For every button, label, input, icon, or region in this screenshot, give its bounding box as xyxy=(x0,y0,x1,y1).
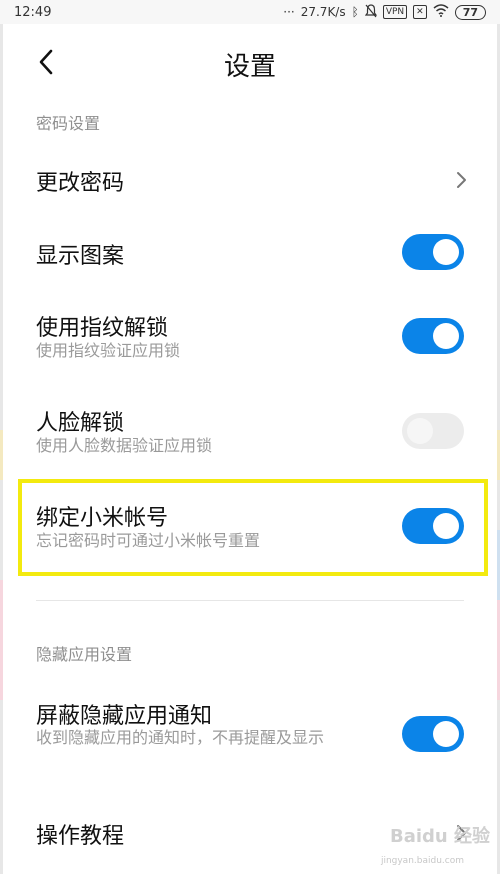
fingerprint-toggle[interactable] xyxy=(402,318,464,354)
battery-indicator: 77 xyxy=(454,4,486,20)
status-bar: 12:49 ··· 27.7K/s ᛒ VPN ✕ 77 xyxy=(0,0,500,24)
status-icons: ··· 27.7K/s ᛒ VPN ✕ 77 xyxy=(283,3,486,21)
hide-notifications-description: 收到隐藏应用的通知时，不再提醒及显示 xyxy=(36,728,325,747)
baidu-watermark-logo: Baidu 经验 xyxy=(389,826,490,847)
change-password-row[interactable]: 更改密码 xyxy=(0,145,500,215)
mi-account-label: 绑定小米帐号 xyxy=(36,506,169,531)
bluetooth-icon: ᛒ xyxy=(351,5,359,19)
hide-notifications-toggle[interactable] xyxy=(402,716,464,752)
mi-account-row: 绑定小米帐号 忘记密码时可通过小米帐号重置 xyxy=(0,490,500,570)
wifi-icon xyxy=(433,4,449,20)
face-unlock-description: 使用人脸数据验证应用锁 xyxy=(36,436,213,455)
show-pattern-label: 显示图案 xyxy=(36,244,125,269)
status-time: 12:49 xyxy=(14,4,52,20)
toggle-knob xyxy=(433,323,459,349)
show-pattern-row: 显示图案 xyxy=(0,218,500,288)
network-speed: 27.7K/s xyxy=(300,5,346,19)
tutorial-label: 操作教程 xyxy=(36,824,125,849)
bell-muted-icon xyxy=(364,3,378,21)
page-title: 设置 xyxy=(223,52,276,82)
no-sim-icon: ✕ xyxy=(413,5,427,19)
baidu-watermark-url: jingyan.baidu.com xyxy=(380,856,464,866)
mi-account-toggle[interactable] xyxy=(402,508,464,544)
fingerprint-description: 使用指纹验证应用锁 xyxy=(36,341,181,360)
section-header-password: 密码设置 xyxy=(36,114,101,133)
hide-notifications-row: 屏蔽隐藏应用通知 收到隐藏应用的通知时，不再提醒及显示 xyxy=(0,690,500,780)
toggle-knob xyxy=(433,513,459,539)
chevron-right-icon xyxy=(457,172,466,188)
toggle-knob xyxy=(433,721,459,747)
edge-stripe-left-pink xyxy=(0,580,3,700)
face-unlock-label: 人脸解锁 xyxy=(36,411,125,436)
section-header-hidden-apps: 隐藏应用设置 xyxy=(36,645,133,664)
toggle-knob xyxy=(407,418,433,444)
toggle-knob xyxy=(433,239,459,265)
face-unlock-row: 人脸解锁 使用人脸数据验证应用锁 xyxy=(0,395,500,475)
dots-icon: ··· xyxy=(283,5,295,19)
top-bar: 设置 xyxy=(0,24,500,100)
change-password-label: 更改密码 xyxy=(36,171,125,196)
show-pattern-toggle[interactable] xyxy=(402,234,464,270)
fingerprint-label: 使用指纹解锁 xyxy=(36,316,169,341)
fingerprint-row: 使用指纹解锁 使用指纹验证应用锁 xyxy=(0,300,500,380)
mi-account-description: 忘记密码时可通过小米帐号重置 xyxy=(36,531,261,550)
face-unlock-toggle[interactable] xyxy=(402,413,464,449)
section-divider xyxy=(36,600,464,601)
vpn-icon: VPN xyxy=(382,5,408,19)
